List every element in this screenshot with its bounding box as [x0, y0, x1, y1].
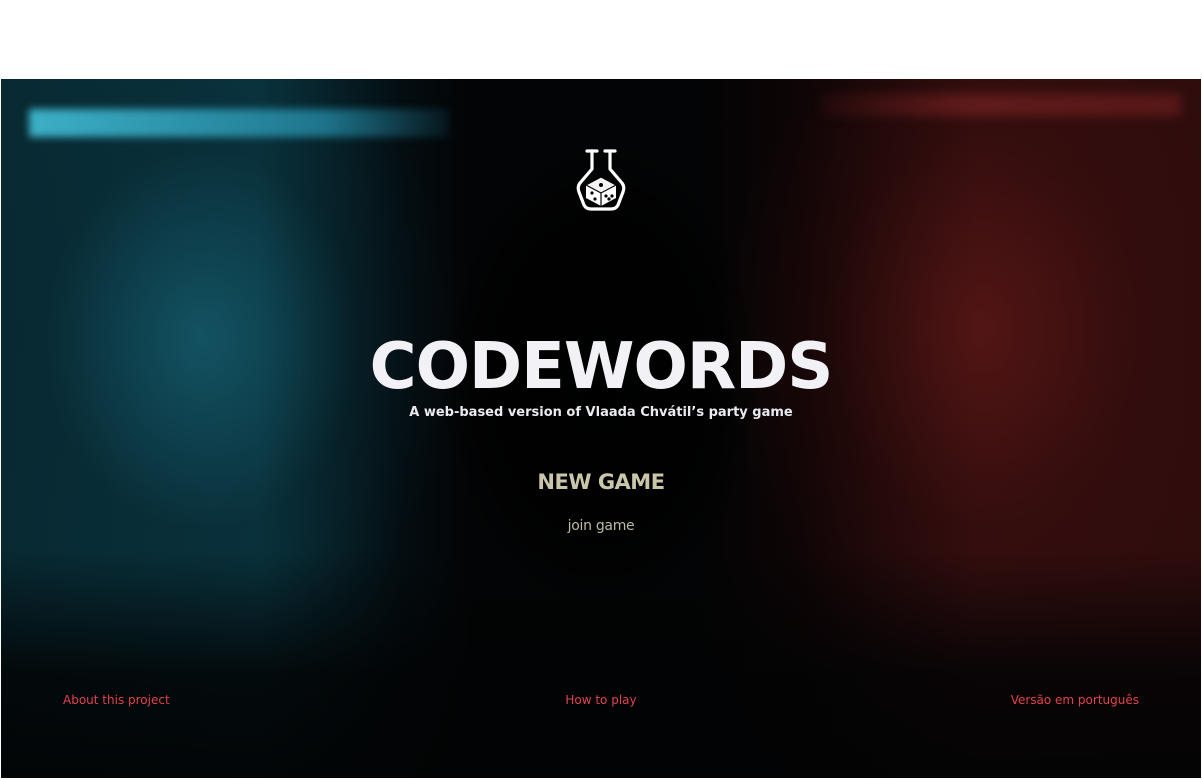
background-bottom-fade [1, 549, 1201, 778]
how-to-play-link[interactable]: How to play [501, 691, 701, 709]
top-blank-strip [0, 0, 1202, 79]
background-red-light [701, 79, 1201, 778]
background-cyan-light-bar [29, 109, 449, 137]
page-subtitle: A web-based version of Vlaada Chvátil’s … [409, 405, 793, 420]
about-project-link[interactable]: About this project [63, 691, 170, 709]
hero-section: CODEWORDS A web-based version of Vlaada … [1, 79, 1201, 778]
portuguese-version-link[interactable]: Versão em português [1011, 691, 1139, 709]
flask-dice-icon [576, 149, 626, 211]
page-title: CODEWORDS [369, 330, 834, 404]
join-game-link[interactable]: join game [531, 515, 671, 537]
new-game-button[interactable]: NEW GAME [501, 467, 701, 497]
background-cyan-light [1, 79, 471, 778]
background-red-light-bar [821, 94, 1181, 116]
